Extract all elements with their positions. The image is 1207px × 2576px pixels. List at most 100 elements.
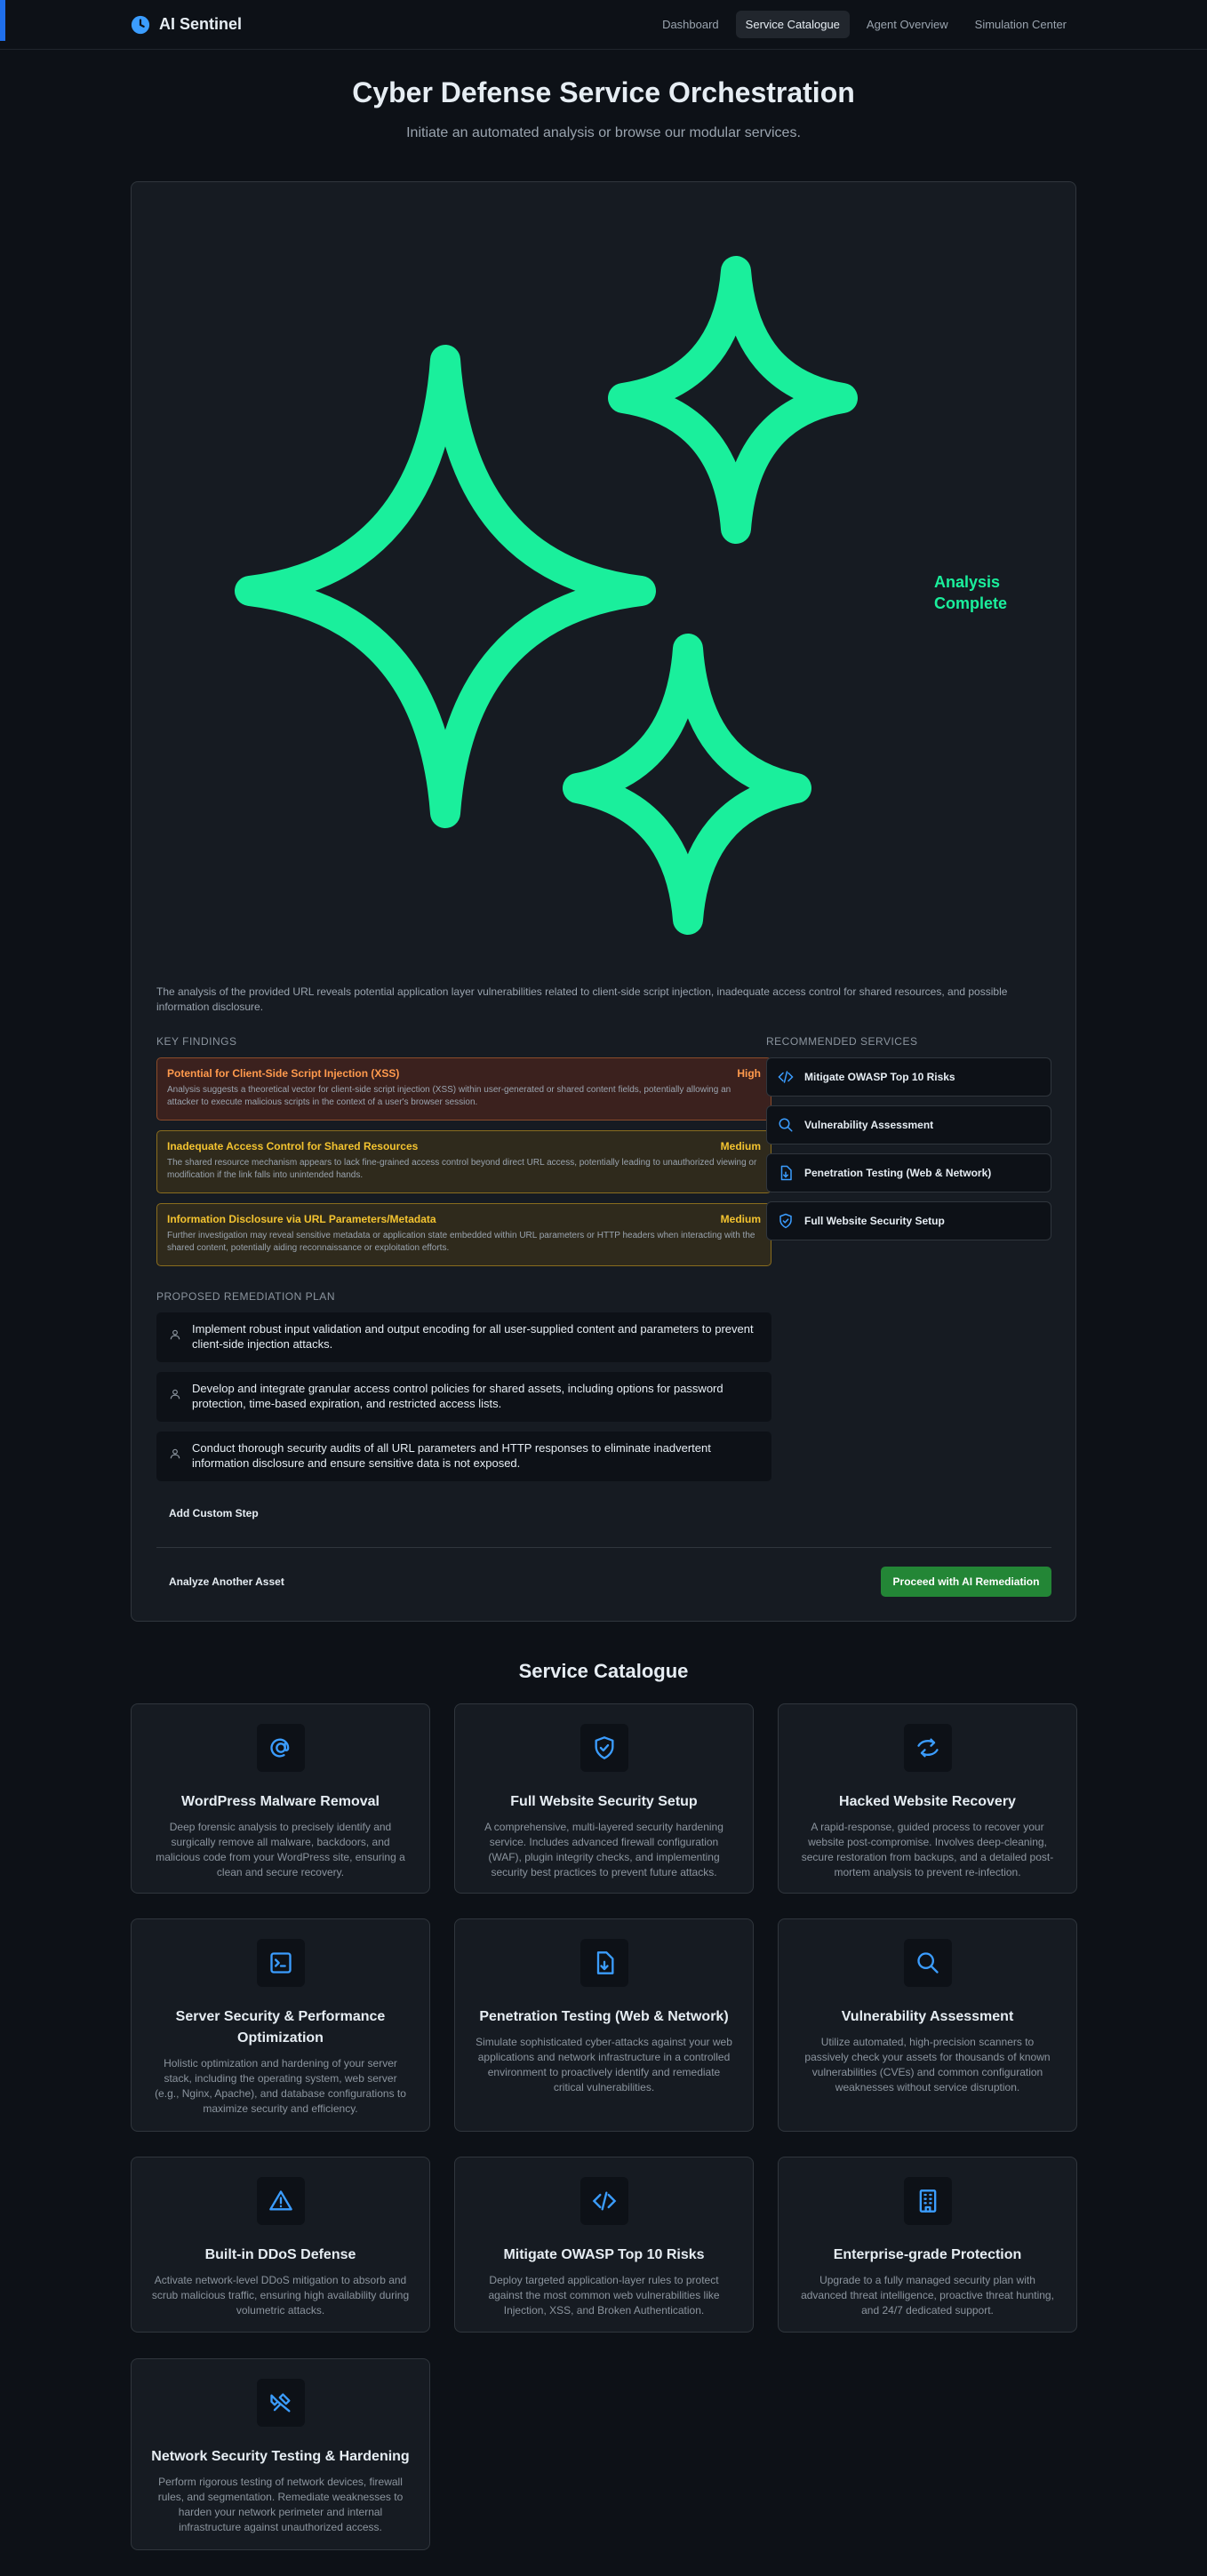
plan-step[interactable]: Conduct thorough security audits of all … [156, 1432, 771, 1481]
finding-item: Information Disclosure via URL Parameter… [156, 1203, 771, 1266]
analysis-status: Analysis Complete [934, 573, 1008, 612]
finding-title: Potential for Client-Side Script Injecti… [167, 1067, 400, 1080]
at-sign-icon [269, 1738, 289, 1758]
severity-badge: High [737, 1067, 761, 1080]
warning-triangle-icon [268, 2190, 292, 2211]
service-card-wordpress-malware[interactable]: WordPress Malware Removal Deep forensic … [131, 1703, 430, 1894]
page-subtitle: Initiate an automated analysis or browse… [406, 125, 801, 140]
remediation-plan: Implement robust input validation and ou… [156, 1312, 771, 1525]
search-icon [916, 1952, 939, 1974]
hero: Cyber Defense Service Orchestration Init… [0, 50, 1207, 141]
accent-bar [0, 0, 5, 41]
findings-title: KEY FINDINGS [156, 1035, 237, 1048]
recommended-service-full-setup[interactable]: Full Website Security Setup [766, 1201, 1051, 1240]
card-icon-box [256, 2379, 305, 2427]
service-card-server-security[interactable]: Server Security & Performance Optimizati… [131, 1918, 430, 2132]
card-title: Mitigate OWASP Top 10 Risks [503, 2247, 705, 2262]
finding-title: Inadequate Access Control for Shared Res… [167, 1140, 419, 1152]
card-description: Deep forensic analysis to precisely iden… [156, 1821, 405, 1878]
plan-step-text: Conduct thorough security audits of all … [192, 1441, 711, 1470]
card-icon-box [256, 1724, 305, 1772]
nav-dashboard[interactable]: Dashboard [652, 11, 729, 38]
add-custom-step-button[interactable]: Add Custom Step [156, 1502, 271, 1525]
plan-title: PROPOSED REMEDIATION PLAN [156, 1290, 335, 1303]
card-icon-box [903, 1939, 952, 1987]
user-icon [170, 1448, 180, 1459]
card-title: Penetration Testing (Web & Network) [479, 2009, 729, 2024]
services-title: RECOMMENDED SERVICES [766, 1035, 918, 1048]
analyze-another-button[interactable]: Analyze Another Asset [156, 1567, 297, 1597]
finding-description: The shared resource mechanism appears to… [167, 1158, 757, 1180]
finding-description: Further investigation may reveal sensiti… [167, 1231, 755, 1253]
card-description: A comprehensive, multi-layered security … [484, 1821, 723, 1878]
service-card-full-security-setup[interactable]: Full Website Security Setup A comprehens… [454, 1703, 754, 1894]
card-title: Vulnerability Assessment [841, 2009, 1014, 2024]
user-icon [170, 1389, 180, 1400]
code-icon [778, 1071, 794, 1083]
clock-logo-icon [131, 15, 150, 34]
recommended-service-pentest[interactable]: Penetration Testing (Web & Network) [766, 1153, 1051, 1192]
code-icon [592, 2191, 616, 2211]
nav-service-catalogue[interactable]: Service Catalogue [735, 11, 850, 38]
finding-description: Analysis suggests a theoretical vector f… [167, 1085, 731, 1107]
card-title: Enterprise-grade Protection [833, 2247, 1022, 2262]
recovery-arrows-icon [916, 1738, 939, 1758]
service-card-enterprise-protection[interactable]: Enterprise-grade Protection Upgrade to a… [778, 2157, 1077, 2333]
recommended-services: Mitigate OWASP Top 10 Risks Vulnerabilit… [766, 1057, 1051, 1249]
card-title: Hacked Website Recovery [839, 1794, 1016, 1809]
terminal-icon [269, 1952, 292, 1974]
service-card-owasp[interactable]: Mitigate OWASP Top 10 Risks Deploy targe… [454, 2157, 754, 2333]
card-title: Server Security & Performance Optimizati… [175, 2009, 386, 2046]
service-card-hacked-recovery[interactable]: Hacked Website Recovery A rapid-response… [778, 1703, 1077, 1894]
card-title: Network Security Testing & Hardening [151, 2449, 410, 2464]
building-icon [919, 2189, 936, 2213]
search-icon [779, 1118, 793, 1132]
catalogue-title: Service Catalogue [518, 1660, 689, 1682]
card-description: A rapid-response, guided process to reco… [801, 1821, 1054, 1878]
service-card-network-security[interactable]: Network Security Testing & Hardening Per… [131, 2358, 430, 2550]
recommended-service-vulnerability[interactable]: Vulnerability Assessment [766, 1105, 1051, 1144]
finding-item: Potential for Client-Side Script Injecti… [156, 1057, 771, 1121]
brand-name: AI Sentinel [159, 15, 243, 33]
severity-badge: Medium [720, 1140, 761, 1152]
file-download-icon [780, 1165, 792, 1181]
network-tools-icon [269, 2393, 290, 2413]
main-nav: Dashboard Service Catalogue Agent Overvi… [652, 11, 1076, 38]
nav-simulation-center[interactable]: Simulation Center [965, 11, 1076, 38]
card-icon-box [256, 1939, 305, 1987]
file-download-icon [596, 1951, 613, 1974]
card-icon-box [580, 2177, 628, 2225]
plan-step[interactable]: Implement robust input validation and ou… [156, 1312, 771, 1362]
finding-title: Information Disclosure via URL Parameter… [167, 1213, 436, 1225]
top-header: AI Sentinel Dashboard Service Catalogue … [0, 0, 1207, 50]
card-icon-box [580, 1939, 628, 1987]
shield-check-icon [595, 1736, 613, 1759]
recommended-service-owasp[interactable]: Mitigate OWASP Top 10 Risks [766, 1057, 1051, 1097]
service-card-vulnerability-assessment[interactable]: Vulnerability Assessment Utilize automat… [778, 1918, 1077, 2132]
severity-badge: Medium [720, 1213, 761, 1225]
service-card-penetration-testing[interactable]: Penetration Testing (Web & Network) Simu… [454, 1918, 754, 2132]
service-card-ddos-defense[interactable]: Built-in DDoS Defense Activate network-l… [131, 2157, 430, 2333]
service-label: Penetration Testing (Web & Network) [804, 1167, 992, 1179]
card-icon-box [903, 2177, 952, 2225]
shield-check-icon [779, 1213, 792, 1229]
nav-agent-overview[interactable]: Agent Overview [857, 11, 958, 38]
service-label: Full Website Security Setup [804, 1215, 945, 1227]
plan-step-text: Implement robust input validation and ou… [192, 1322, 754, 1351]
card-icon-box [580, 1724, 628, 1772]
card-description: Utilize automated, high-precision scanne… [804, 2036, 1051, 2093]
card-title: Full Website Security Setup [510, 1794, 698, 1809]
analysis-panel: Analysis Complete The analysis of the pr… [131, 181, 1076, 1622]
brand[interactable]: AI Sentinel [131, 15, 242, 35]
findings-list: Potential for Client-Side Script Injecti… [156, 1057, 771, 1276]
card-title: Built-in DDoS Defense [204, 2247, 356, 2262]
divider [156, 1547, 1051, 1548]
plan-step-text: Develop and integrate granular access co… [192, 1382, 723, 1410]
user-icon [170, 1329, 180, 1340]
plan-step[interactable]: Develop and integrate granular access co… [156, 1372, 771, 1422]
service-label: Vulnerability Assessment [804, 1119, 934, 1131]
analysis-summary: The analysis of the provided URL reveals… [156, 985, 1008, 1013]
page-title: Cyber Defense Service Orchestration [352, 76, 855, 108]
card-description: Upgrade to a fully managed security plan… [801, 2274, 1054, 2317]
proceed-remediation-button[interactable]: Proceed with AI Remediation [881, 1567, 1051, 1597]
